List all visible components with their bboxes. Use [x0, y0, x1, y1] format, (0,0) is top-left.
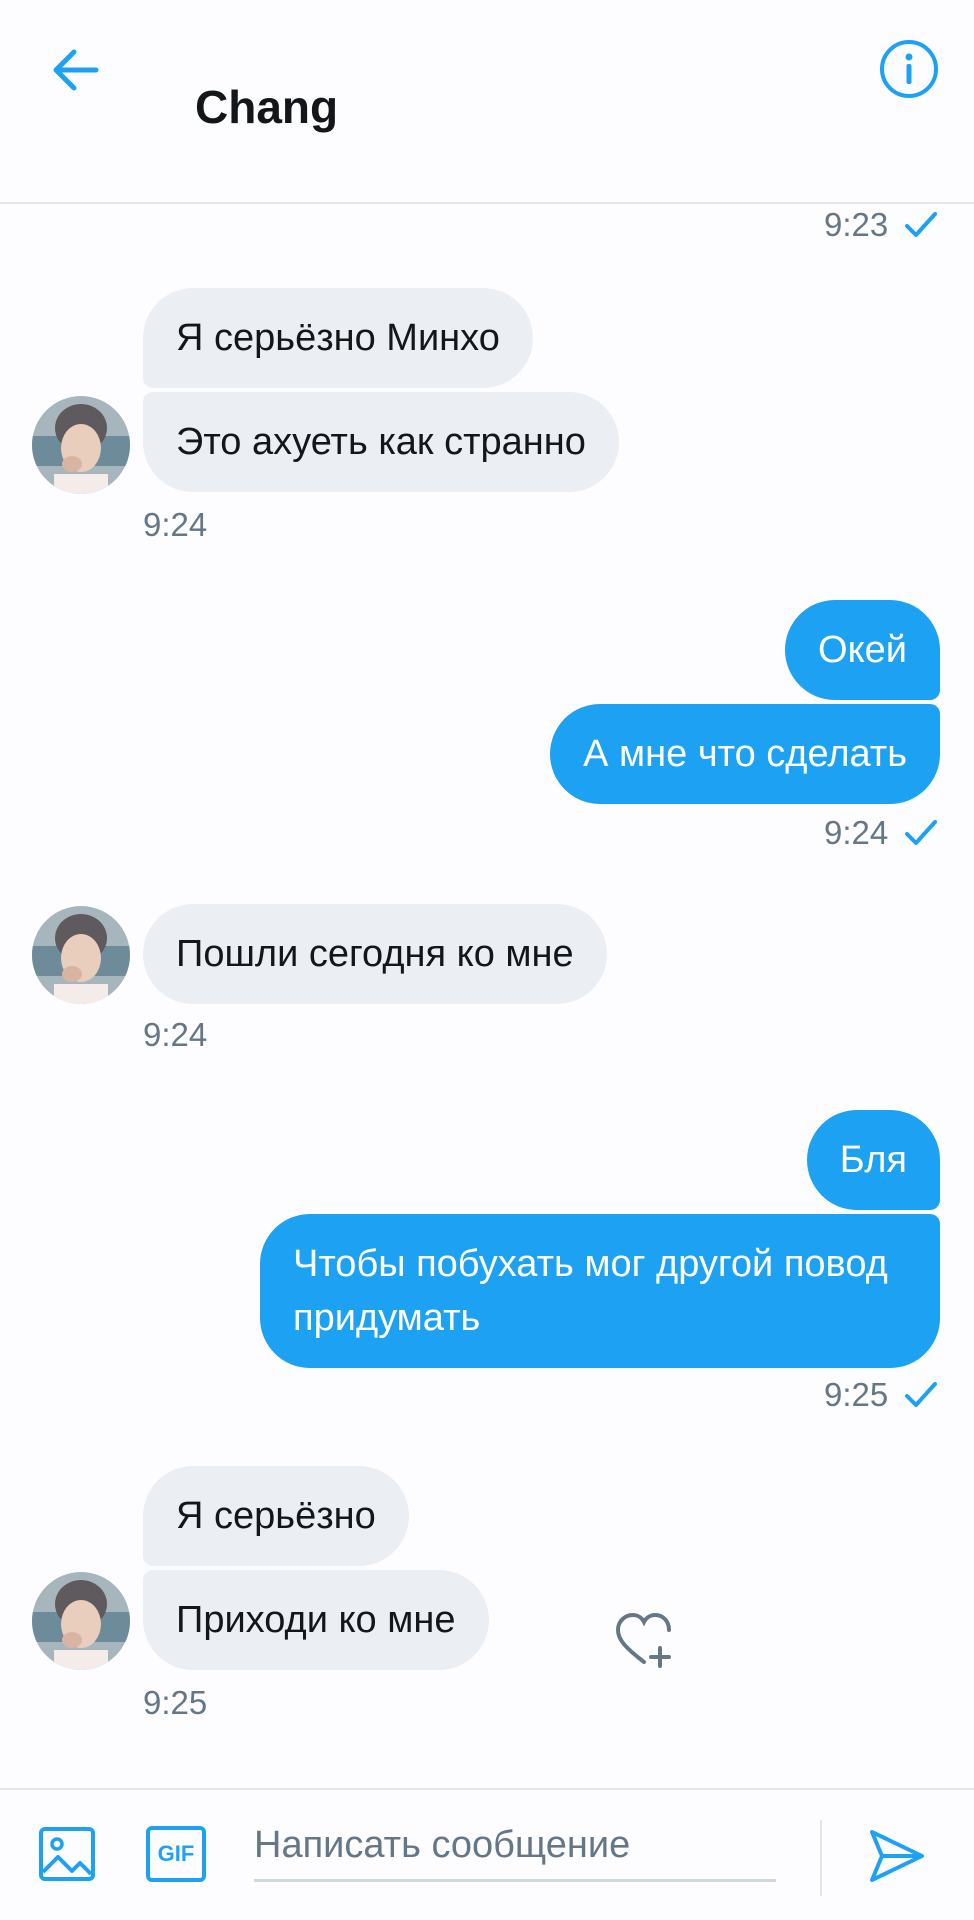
- message-list[interactable]: 9:23 Я серьёзно Минхо Это ахуеть как стр…: [0, 206, 974, 1786]
- avatar-image: [32, 906, 130, 1004]
- incoming-message[interactable]: Я серьёзно Минхо: [143, 288, 533, 388]
- message-timestamp: 9:24: [143, 1016, 208, 1053]
- incoming-message[interactable]: Пошли сегодня ко мне: [143, 904, 607, 1004]
- avatar[interactable]: [32, 1572, 130, 1670]
- message-timestamp: 9:23: [824, 206, 889, 243]
- heart-add-icon[interactable]: [614, 1610, 678, 1670]
- incoming-message[interactable]: Я серьёзно: [143, 1466, 409, 1566]
- gif-label: GIF: [157, 1841, 195, 1866]
- incoming-message[interactable]: Это ахуеть как странно: [143, 392, 619, 492]
- info-icon[interactable]: [878, 38, 940, 100]
- message-composer: GIF Написать сообщение: [0, 1788, 974, 1920]
- avatar-image: [32, 396, 130, 494]
- sent-check-icon: [905, 212, 937, 237]
- outgoing-message[interactable]: А мне что сделать: [550, 704, 940, 804]
- outgoing-message[interactable]: Бля: [806, 1110, 940, 1210]
- sent-check-icon: [905, 820, 937, 845]
- image-icon[interactable]: [38, 1826, 96, 1882]
- message-timestamp: 9:24: [143, 506, 208, 543]
- outgoing-message[interactable]: Окей: [785, 600, 940, 700]
- incoming-message[interactable]: Приходи ко мне: [143, 1570, 489, 1670]
- message-timestamp: 9:24: [824, 814, 889, 851]
- message-timestamp: 9:25: [143, 1684, 208, 1721]
- composer-divider: [820, 1820, 822, 1896]
- conversation-title: Chang: [195, 81, 339, 133]
- message-timestamp: 9:25: [824, 1376, 889, 1413]
- outgoing-message[interactable]: Чтобы побухать мог другой повод придумат…: [260, 1214, 940, 1368]
- avatar[interactable]: [32, 396, 130, 494]
- send-icon[interactable]: [866, 1826, 928, 1886]
- gif-button[interactable]: GIF: [146, 1826, 206, 1882]
- arrow-left-icon[interactable]: [44, 40, 106, 102]
- avatar[interactable]: [32, 906, 130, 1004]
- conversation-header: Chang: [0, 0, 974, 204]
- message-input[interactable]: Написать сообщение: [254, 1824, 776, 1882]
- sent-check-icon: [905, 1382, 937, 1407]
- avatar-image: [32, 1572, 130, 1670]
